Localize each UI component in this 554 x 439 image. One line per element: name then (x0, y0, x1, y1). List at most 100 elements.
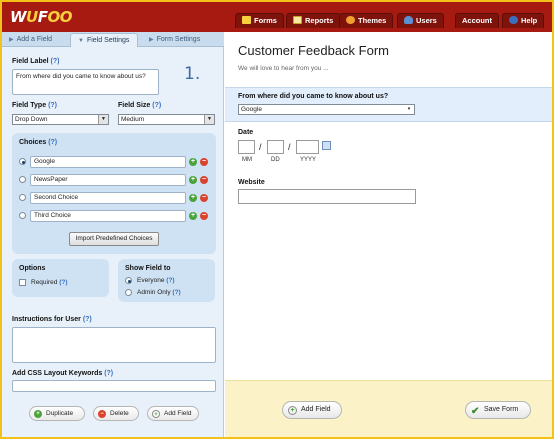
help-link[interactable]: (?) (104, 370, 113, 377)
choice-input[interactable]: Second Choice (30, 192, 186, 204)
date-dd-label: DD (271, 157, 280, 163)
dropdown-arrow-icon: ▾ (404, 105, 414, 114)
required-checkbox[interactable] (19, 279, 26, 286)
field-type-select[interactable]: Drop Down ▼ (12, 114, 109, 125)
remove-choice-icon[interactable]: − (200, 212, 208, 220)
delete-icon: − (98, 410, 106, 418)
save-form-button-label: Save Form (484, 406, 519, 413)
help-link[interactable]: (?) (48, 102, 57, 109)
choices-title: Choices (19, 139, 47, 146)
question-1-select[interactable]: Google ▾ (238, 104, 415, 115)
remove-choice-icon[interactable]: − (200, 158, 208, 166)
tab-form-settings[interactable]: ▶ Form Settings (142, 33, 220, 47)
wufoo-logo[interactable]: WUFOO (10, 8, 72, 26)
duplicate-button[interactable]: + Duplicate (29, 406, 85, 421)
everyone-radio[interactable] (125, 277, 132, 284)
nav-forms-label: Forms (254, 16, 277, 25)
help-icon (509, 16, 518, 24)
nav-reports[interactable]: Reports (286, 13, 341, 28)
top-nav-bar: WUFOO Forms Reports Themes Users Account… (2, 2, 552, 32)
help-link[interactable]: (?) (59, 279, 67, 286)
duplicate-label: Duplicate (46, 410, 74, 417)
help-link[interactable]: (?) (152, 102, 161, 109)
add-choice-icon[interactable]: + (189, 158, 197, 166)
add-choice-icon[interactable]: + (189, 194, 197, 202)
question-1-value: Google (241, 106, 262, 113)
nav-account-label: Account (462, 16, 492, 25)
add-choice-icon[interactable]: + (189, 212, 197, 220)
choice-value: Third Choice (34, 212, 71, 219)
tab-field-settings[interactable]: ▼ Field Settings (70, 33, 138, 47)
arrow-right-icon: ▶ (149, 37, 154, 43)
choices-box: Choices (?) Google + − NewsPaper + − Sec… (12, 133, 216, 254)
logo-letter-u: U (26, 8, 38, 26)
instructions-title: Instructions for User (12, 316, 81, 323)
import-choices-button[interactable]: Import Predefined Choices (69, 232, 159, 246)
add-field-icon: + (152, 410, 160, 418)
admin-only-radio[interactable] (125, 289, 132, 296)
choice-value: NewsPaper (34, 176, 68, 183)
add-choice-icon[interactable]: + (189, 176, 197, 184)
form-description: We will love to hear from you ... (238, 65, 329, 72)
forms-icon (242, 16, 251, 24)
users-icon (404, 16, 413, 24)
panel-tabs: ▶ Add a Field ▼ Field Settings ▶ Form Setti… (2, 32, 224, 47)
nav-reports-label: Reports (305, 16, 334, 25)
css-keywords-input[interactable] (12, 380, 216, 392)
choice-value: Google (34, 158, 55, 165)
nav-users[interactable]: Users (397, 13, 444, 28)
help-link[interactable]: (?) (166, 277, 174, 284)
field-label-textarea[interactable]: From where did you came to know about us… (12, 69, 159, 95)
save-form-button[interactable]: ✔ Save Form (465, 401, 531, 419)
help-link[interactable]: (?) (83, 316, 92, 323)
nav-forms[interactable]: Forms (235, 13, 284, 28)
choice-input[interactable]: NewsPaper (30, 174, 186, 186)
reports-icon (293, 16, 302, 24)
choice-input[interactable]: Third Choice (30, 210, 186, 222)
choice-default-radio[interactable] (19, 194, 26, 201)
tab-field-settings-label: Field Settings (86, 37, 130, 44)
options-box: Options Required (?) (12, 259, 109, 297)
help-link[interactable]: (?) (172, 289, 180, 296)
admin-only-text: Admin Only (137, 289, 171, 296)
date-label: Date (238, 129, 254, 136)
add-field-icon: + (288, 406, 297, 415)
question-1-label: From where did you came to know about us… (238, 93, 389, 100)
field-size-heading: Field Size (?) (118, 102, 161, 109)
required-label: Required (?) (31, 279, 68, 286)
choice-default-radio[interactable] (19, 176, 26, 183)
help-link[interactable]: (?) (48, 139, 57, 146)
css-keywords-title: Add CSS Layout Keywords (12, 370, 103, 377)
field-label-title: Field Label (12, 58, 49, 65)
add-field-button-left[interactable]: + Add Field (147, 406, 199, 421)
remove-choice-icon[interactable]: − (200, 194, 208, 202)
nav-themes[interactable]: Themes (339, 13, 394, 28)
show-field-title: Show Field to (125, 265, 171, 272)
field-type-value: Drop Down (15, 116, 48, 123)
date-year-input[interactable] (296, 140, 319, 154)
choice-input[interactable]: Google (30, 156, 186, 168)
nav-account[interactable]: Account (455, 13, 499, 28)
selected-field-highlight[interactable]: From where did you came to know about us… (225, 87, 552, 122)
field-label-value: From where did you came to know about us… (16, 73, 146, 80)
nav-help[interactable]: Help (502, 13, 545, 28)
tab-form-settings-label: Form Settings (156, 36, 201, 43)
date-month-input[interactable] (238, 140, 255, 154)
website-input[interactable] (238, 189, 416, 204)
choice-default-radio[interactable] (19, 158, 26, 165)
logo-letter-w: W (10, 8, 27, 26)
add-field-button[interactable]: + Add Field (282, 401, 342, 419)
help-link[interactable]: (?) (51, 58, 60, 65)
field-size-title: Field Size (118, 102, 151, 109)
choice-default-radio[interactable] (19, 212, 26, 219)
field-size-select[interactable]: Medium ▼ (118, 114, 215, 125)
field-size-value: Medium (121, 116, 145, 123)
date-day-input[interactable] (267, 140, 284, 154)
calendar-icon[interactable] (322, 141, 331, 150)
delete-button[interactable]: − Delete (93, 406, 139, 421)
remove-choice-icon[interactable]: − (200, 176, 208, 184)
tab-add-field-label: Add a Field (16, 36, 53, 43)
tab-add-field[interactable]: ▶ Add a Field (2, 33, 70, 47)
arrow-right-icon: ▶ (9, 37, 14, 43)
instructions-textarea[interactable] (12, 327, 216, 363)
